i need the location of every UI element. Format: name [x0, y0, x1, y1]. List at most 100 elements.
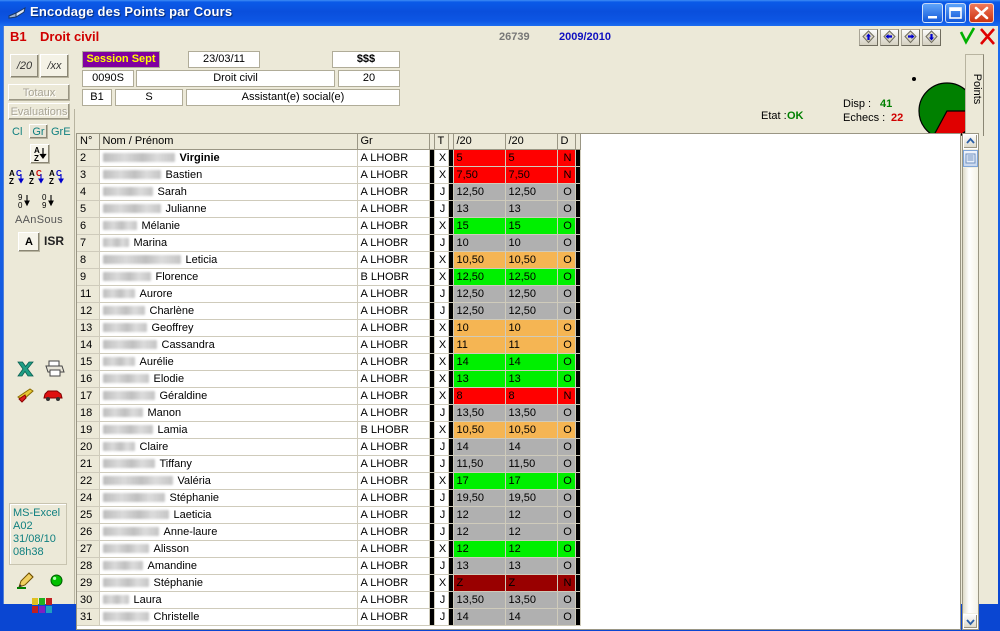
col-header-gr[interactable]: Gr [357, 134, 430, 150]
year-code-field[interactable]: B1 [82, 89, 112, 106]
cell-type[interactable]: X [434, 353, 449, 371]
cell-student-name[interactable]: Cassandra [99, 336, 358, 354]
cell-student-name[interactable]: Alisson [99, 540, 358, 558]
cell-type[interactable]: X [434, 149, 449, 167]
cell-mark-1[interactable]: 12,50 [453, 302, 506, 320]
cell-student-name[interactable]: Elodie [99, 370, 358, 388]
scrollbar-track[interactable] [963, 168, 978, 613]
col-header-num[interactable]: N° [77, 134, 100, 150]
cell-student-name[interactable]: Aurore [99, 285, 358, 303]
cell-mark-2[interactable]: 13 [505, 557, 558, 575]
cell-student-name[interactable]: Anne-laure [99, 523, 358, 541]
cell-group[interactable]: A LHOBR [357, 353, 430, 371]
table-row[interactable]: 2 Virginie A LHOBR X 5 5 N [77, 149, 581, 167]
cell-decision[interactable]: O [557, 540, 576, 558]
cell-mark-1[interactable]: 12,50 [453, 268, 506, 286]
cell-mark-2[interactable]: 12,50 [505, 285, 558, 303]
cell-type[interactable]: X [434, 574, 449, 592]
cell-decision[interactable]: O [557, 472, 576, 490]
cell-group[interactable]: A LHOBR [357, 183, 430, 201]
cell-type[interactable]: J [434, 302, 449, 320]
cell-mark-1[interactable]: 11,50 [453, 455, 506, 473]
session-field[interactable]: Session Sept [82, 51, 160, 68]
cell-type[interactable]: J [434, 404, 449, 422]
col-header-mark2[interactable]: /20 [505, 134, 558, 150]
minimize-button[interactable] [922, 3, 943, 23]
cell-mark-1[interactable]: 14 [453, 608, 506, 626]
cell-decision[interactable]: O [557, 234, 576, 252]
col-header-t[interactable]: T [434, 134, 449, 150]
points-grid[interactable]: N° Nom / Prénom Gr T /20 /20 D 2 Virginie… [76, 133, 961, 630]
cell-student-name[interactable]: Valéria [99, 472, 358, 490]
cell-mark-1[interactable]: 15 [453, 217, 506, 235]
cell-group[interactable]: A LHOBR [357, 251, 430, 269]
maximize-button[interactable] [945, 3, 966, 23]
cell-student-name[interactable]: Julianne [99, 200, 358, 218]
cell-type[interactable]: J [434, 183, 449, 201]
cell-student-name[interactable]: Amandine [99, 557, 358, 575]
cell-type[interactable]: X [434, 319, 449, 337]
cell-mark-1[interactable]: 10 [453, 319, 506, 337]
cell-mark-1[interactable]: 14 [453, 353, 506, 371]
cell-mark-2[interactable]: 5 [505, 149, 558, 167]
cell-mark-1[interactable]: 5 [453, 149, 506, 167]
cell-mark-1[interactable]: 8 [453, 387, 506, 405]
cell-decision[interactable]: O [557, 455, 576, 473]
course-label-field[interactable]: Droit civil [136, 70, 335, 87]
cell-decision[interactable]: O [557, 404, 576, 422]
cell-decision[interactable]: O [557, 336, 576, 354]
table-row[interactable]: 19 Lamia B LHOBR X 10,50 10,50 O [77, 421, 581, 439]
cell-decision[interactable]: O [557, 591, 576, 609]
table-row[interactable]: 4 Sarah A LHOBR J 12,50 12,50 O [77, 183, 581, 201]
cell-mark-2[interactable]: 14 [505, 438, 558, 456]
cell-type[interactable]: J [434, 591, 449, 609]
cell-group[interactable]: A LHOBR [357, 472, 430, 490]
cell-decision[interactable]: O [557, 438, 576, 456]
cell-decision[interactable]: O [557, 319, 576, 337]
plane-icon[interactable] [16, 386, 38, 407]
cell-decision[interactable]: O [557, 217, 576, 235]
cell-mark-2[interactable]: 13,50 [505, 404, 558, 422]
tab-points[interactable]: Points [965, 54, 984, 136]
cell-group[interactable]: A LHOBR [357, 404, 430, 422]
table-row[interactable]: 11 Aurore A LHOBR J 12,50 12,50 O [77, 285, 581, 303]
scroll-up-button[interactable] [963, 134, 978, 149]
cell-student-name[interactable]: Laeticia [99, 506, 358, 524]
cell-student-name[interactable]: Florence [99, 268, 358, 286]
max-points-field[interactable]: 20 [338, 70, 400, 87]
cell-mark-1[interactable]: 11 [453, 336, 506, 354]
cell-type[interactable]: X [434, 268, 449, 286]
cell-type[interactable]: X [434, 370, 449, 388]
cell-mark-2[interactable]: 13 [505, 370, 558, 388]
cell-decision[interactable]: O [557, 268, 576, 286]
cell-decision[interactable]: O [557, 506, 576, 524]
table-row[interactable]: 17 Géraldine A LHOBR X 8 8 N [77, 387, 581, 405]
cell-student-name[interactable]: Sarah [99, 183, 358, 201]
section-code-field[interactable]: S [115, 89, 183, 106]
cell-decision[interactable]: O [557, 183, 576, 201]
filter-cl-link[interactable]: Cl [12, 126, 22, 138]
printer-icon[interactable] [44, 358, 66, 381]
cancel-cross-icon[interactable] [979, 27, 996, 49]
cell-student-name[interactable]: Claire [99, 438, 358, 456]
cell-mark-2[interactable]: 12 [505, 540, 558, 558]
cell-decision[interactable]: O [557, 285, 576, 303]
excel-icon[interactable] [16, 360, 36, 381]
table-row[interactable]: 9 Florence B LHOBR X 12,50 12,50 O [77, 268, 581, 286]
cell-mark-1[interactable]: 10 [453, 234, 506, 252]
cell-mark-2[interactable]: 12,50 [505, 268, 558, 286]
cell-decision[interactable]: O [557, 421, 576, 439]
table-row[interactable]: 20 Claire A LHOBR J 14 14 O [77, 438, 581, 456]
table-row[interactable]: 29 Stéphanie A LHOBR X Z Z N [77, 574, 581, 592]
money-field[interactable]: $$$ [332, 51, 400, 68]
sort-az-c-blue-2-icon[interactable]: A Z C [49, 168, 69, 191]
cell-student-name[interactable]: Christelle [99, 608, 358, 626]
cell-student-name[interactable]: Charlène [99, 302, 358, 320]
close-button[interactable] [969, 3, 994, 23]
cell-decision[interactable]: N [557, 387, 576, 405]
cell-group[interactable]: A LHOBR [357, 200, 430, 218]
table-row[interactable]: 5 Julianne A LHOBR J 13 13 O [77, 200, 581, 218]
cell-mark-2[interactable]: 8 [505, 387, 558, 405]
nav-first-button[interactable] [859, 29, 878, 46]
cell-mark-2[interactable]: 15 [505, 217, 558, 235]
